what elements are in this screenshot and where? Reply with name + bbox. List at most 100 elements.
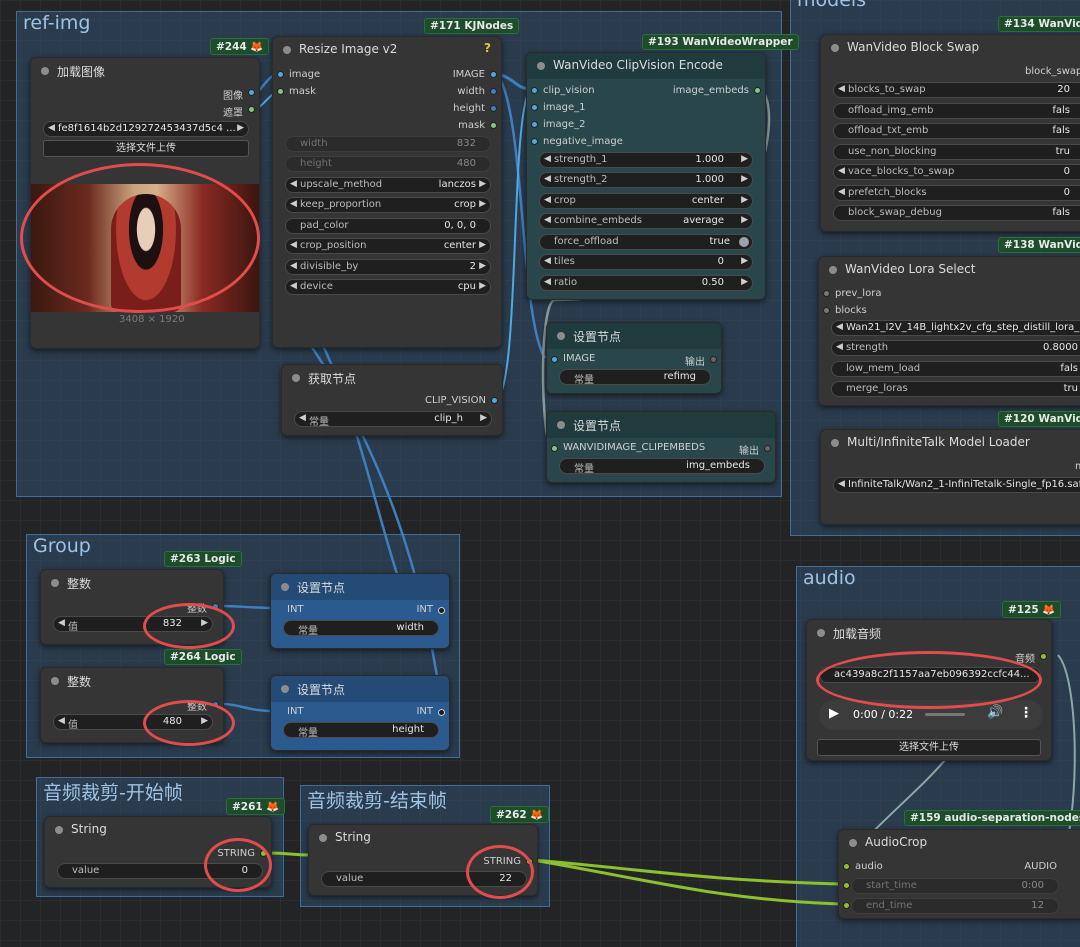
decrement-icon[interactable]: ◀ [836,342,843,352]
value-stepper[interactable]: ◀ 值 832 ▶ [53,616,213,633]
resize-image-node[interactable]: Resize Image v2 ? image mask IMAGE width… [272,36,502,348]
output-string-socket[interactable] [260,850,267,857]
value-field[interactable]: value 22 [321,871,527,887]
device-select[interactable]: ◀ device cpu ▶ [285,279,491,295]
node-collapse-dot[interactable] [831,44,839,52]
node-collapse-dot[interactable] [557,421,565,429]
volume-icon[interactable]: 🔊 [987,705,1003,720]
block-swap-debug-toggle[interactable]: block_swap_debug fals [833,205,1080,221]
increment-icon[interactable]: ▶ [479,261,486,271]
audio-file-select[interactable]: ac439a8c2f1157aa7eb096392ccfc44... [819,667,1041,683]
low-mem-load-toggle[interactable]: low_mem_load fals [831,361,1080,377]
decrement-icon[interactable]: ◀ [838,166,845,176]
audio-progress-track[interactable] [925,713,965,716]
infinitetalk-loader-node[interactable]: Multi/InfiniteTalk Model Loader m ◀ Infi… [820,429,1080,525]
next-arrow-icon[interactable]: ▶ [741,195,748,205]
width-widget[interactable]: width 832 [285,136,491,152]
constant-field[interactable]: 常量 height [283,722,439,739]
output-string-socket[interactable] [526,858,533,865]
output-image-socket[interactable] [490,71,497,78]
output-int-socket[interactable] [212,603,219,610]
merge-loras-toggle[interactable]: merge_loras tru [831,381,1080,397]
upscale-method-select[interactable]: ◀ upscale_method lanczos ▶ [285,177,491,193]
more-options-icon[interactable]: ⋮ [1019,705,1033,721]
block-swap-node[interactable]: WanVideo Block Swap block_swap_ ◀ blocks… [820,34,1080,232]
help-icon[interactable]: ? [484,41,491,55]
constant-field[interactable]: 常量 refimg [559,369,711,386]
set-node-height[interactable]: 设置节点 INT INT 常量 height [270,675,450,751]
next-arrow-icon[interactable]: ▶ [479,199,486,209]
input-end-socket[interactable] [843,902,850,909]
upload-button[interactable]: 选择文件上传 [43,140,249,157]
prev-arrow-icon[interactable]: ◀ [299,413,306,423]
increment-icon[interactable]: ▶ [741,154,748,164]
lora-select-node[interactable]: WanVideo Lora Select prev_lora blocks ◀ … [818,256,1080,406]
increment-icon[interactable]: ▶ [201,618,208,628]
prev-arrow-icon[interactable]: ◀ [836,322,843,332]
next-arrow-icon[interactable]: ▶ [237,123,244,133]
node-collapse-dot[interactable] [281,583,289,591]
node-collapse-dot[interactable] [319,834,327,842]
node-collapse-dot[interactable] [281,685,289,693]
output-audio-socket[interactable] [1040,653,1047,660]
load-audio-node[interactable]: 加载音频 音频 ac439a8c2f1157aa7eb096392ccfc44.… [806,619,1052,761]
offload-txt-emb-toggle[interactable]: offload_txt_emb fals [833,123,1080,139]
divisible-by-stepper[interactable]: ◀ divisible_by 2 ▶ [285,259,491,275]
node-collapse-dot[interactable] [51,677,59,685]
get-node[interactable]: 获取节点 CLIP_VISION ◀ 常量 clip_h ▶ [281,364,503,436]
ratio-stepper[interactable]: ◀ ratio 0.50 ▶ [539,275,753,291]
increment-icon[interactable]: ▶ [741,277,748,287]
clipvision-encode-node[interactable]: WanVideo ClipVision Encode clip_vision i… [526,52,766,300]
node-collapse-dot[interactable] [557,332,565,340]
output-width-socket[interactable] [490,88,497,95]
prev-arrow-icon[interactable]: ◀ [290,240,297,250]
output-int-socket[interactable] [212,701,219,708]
output-embeds-socket[interactable] [754,87,761,94]
prev-arrow-icon[interactable]: ◀ [290,281,297,291]
set-node-img-embeds[interactable]: 设置节点 WANVIDIMAGE_CLIPEMBEDS 输出 常量 img_em… [546,411,776,483]
constant-select[interactable]: ◀ 常量 clip_h ▶ [294,411,492,428]
input-blocks-socket[interactable] [823,307,830,314]
decrement-icon[interactable]: ◀ [544,154,551,164]
node-collapse-dot[interactable] [829,266,837,274]
prev-arrow-icon[interactable]: ◀ [48,123,55,133]
prev-arrow-icon[interactable]: ◀ [290,179,297,189]
force-offload-toggle[interactable]: force_offload true [539,234,753,250]
input-image2-socket[interactable] [531,121,538,128]
keep-proportion-select[interactable]: ◀ keep_proportion crop ▶ [285,197,491,213]
toggle-knob-icon[interactable] [739,237,749,247]
use-non-blocking-toggle[interactable]: use_non_blocking tru [833,144,1080,160]
next-arrow-icon[interactable]: ▶ [480,413,487,423]
output-socket[interactable] [764,445,771,452]
output-socket[interactable] [710,356,717,363]
node-collapse-dot[interactable] [55,826,63,834]
integer-node-width[interactable]: 整数 整数 ◀ 值 832 ▶ [40,569,224,645]
upload-button[interactable]: 选择文件上传 [817,739,1041,756]
decrement-icon[interactable]: ◀ [544,277,551,287]
set-node-width[interactable]: 设置节点 INT INT 常量 width [270,573,450,649]
input-start-socket[interactable] [843,882,850,889]
node-collapse-dot[interactable] [292,374,300,382]
increment-icon[interactable]: ▶ [201,716,208,726]
node-collapse-dot[interactable] [51,579,59,587]
input-prev-lora-socket[interactable] [823,290,830,297]
next-arrow-icon[interactable]: ▶ [741,215,748,225]
node-collapse-dot[interactable] [537,62,545,70]
input-image1-socket[interactable] [531,104,538,111]
strength2-stepper[interactable]: ◀ strength_2 1.000 ▶ [539,172,753,188]
set-node-refimg[interactable]: 设置节点 IMAGE 输出 常量 refimg [546,322,722,394]
value-stepper[interactable]: ◀ 值 480 ▶ [53,714,213,731]
decrement-icon[interactable]: ◀ [838,84,845,94]
input-image-socket[interactable] [551,356,558,363]
load-image-node[interactable]: 加载图像 图像 遮罩 ◀ fe8f1614b2d129272453437d5c4… [30,57,260,349]
node-collapse-dot[interactable] [41,67,49,75]
prev-arrow-icon[interactable]: ◀ [544,215,551,225]
input-image-socket[interactable] [277,71,284,78]
decrement-icon[interactable]: ◀ [290,261,297,271]
prefetch-blocks-stepper[interactable]: ◀ prefetch_blocks 0 [833,185,1080,201]
pad-color-field[interactable]: pad_color 0, 0, 0 [285,218,491,234]
output-int-socket[interactable] [438,607,445,614]
string-node-start[interactable]: String STRING value 0 [44,816,272,888]
node-collapse-dot[interactable] [831,439,839,447]
next-arrow-icon[interactable]: ▶ [479,240,486,250]
